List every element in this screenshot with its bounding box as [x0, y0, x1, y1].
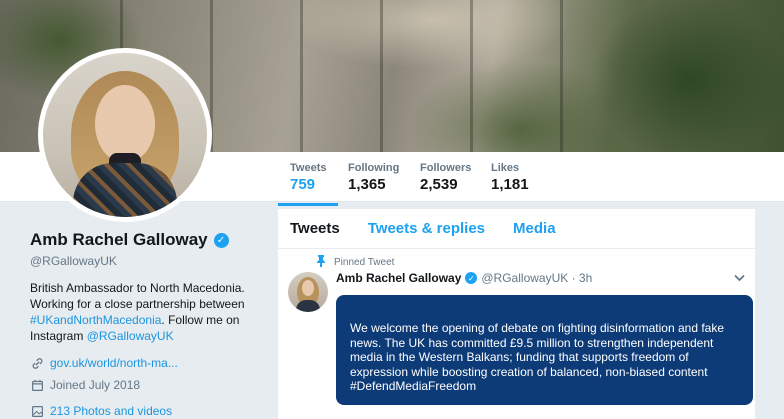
tweet-header: Amb Rachel Galloway ✓ @RGallowayUK · 3h [336, 271, 592, 285]
tab-media[interactable]: Media [513, 220, 556, 237]
bio-text: Instagram [30, 329, 87, 343]
hashtag-link[interactable]: #UKandNorthMacedonia [30, 313, 161, 327]
timeline: Tweets Tweets & replies Media Pinned Twe… [278, 209, 755, 419]
stat-value: 759 [290, 176, 316, 193]
link-icon [30, 356, 44, 370]
tweet-author[interactable]: Amb Rachel Galloway [336, 271, 461, 285]
photos-link[interactable]: 213 Photos and videos [50, 404, 172, 418]
tweet-avatar[interactable] [288, 272, 328, 312]
profile-avatar[interactable] [38, 48, 212, 222]
tweet-handle-time[interactable]: @RGallowayUK · 3h [481, 271, 592, 285]
stat-likes[interactable]: Likes 1,181 [491, 162, 529, 193]
pin-icon [316, 255, 326, 270]
mention-link[interactable]: @RGallowayUK [87, 329, 174, 343]
pinned-text: Pinned Tweet [334, 257, 395, 268]
verified-badge-icon: ✓ [465, 272, 478, 284]
stat-value: 1,365 [348, 176, 386, 193]
stat-tweets[interactable]: Tweets 759 [277, 162, 340, 206]
photos-icon [30, 404, 44, 418]
tweet-media-card[interactable]: We welcome the opening of debate on figh… [336, 295, 753, 405]
stat-label: Tweets [290, 162, 327, 174]
profile-bio: British Ambassador to North Macedonia. W… [30, 280, 260, 344]
verified-badge-icon: ✓ [213, 232, 229, 248]
bio-text: . Follow me on [161, 313, 240, 327]
website-link[interactable]: gov.uk/world/north-ma... [50, 356, 178, 370]
calendar-icon [30, 378, 44, 392]
profile-name[interactable]: Amb Rachel Galloway [30, 230, 208, 250]
timeline-tabs: Tweets Tweets & replies Media [278, 209, 755, 249]
chevron-down-icon[interactable] [734, 271, 745, 285]
stat-label: Likes [491, 162, 520, 174]
tab-tweets[interactable]: Tweets [290, 220, 340, 237]
joined-date: Joined July 2018 [50, 378, 141, 392]
stat-value: 1,181 [491, 176, 529, 193]
profile-card: Amb Rachel Galloway ✓ @RGallowayUK Briti… [30, 230, 270, 418]
bio-text: Working for a close partnership between [30, 297, 245, 311]
profile-handle[interactable]: @RGallowayUK [30, 254, 270, 268]
pinned-label: Pinned Tweet [316, 255, 394, 270]
stat-label: Following [348, 162, 400, 174]
stat-followers[interactable]: Followers 2,539 [420, 162, 471, 193]
bio-text: British Ambassador to North Macedonia. [30, 281, 245, 295]
tweet-text: We welcome the opening of debate on figh… [350, 321, 725, 393]
stat-value: 2,539 [420, 176, 458, 193]
tab-tweets-replies[interactable]: Tweets & replies [368, 220, 485, 237]
stat-label: Followers [420, 162, 472, 174]
stat-following[interactable]: Following 1,365 [348, 162, 399, 193]
